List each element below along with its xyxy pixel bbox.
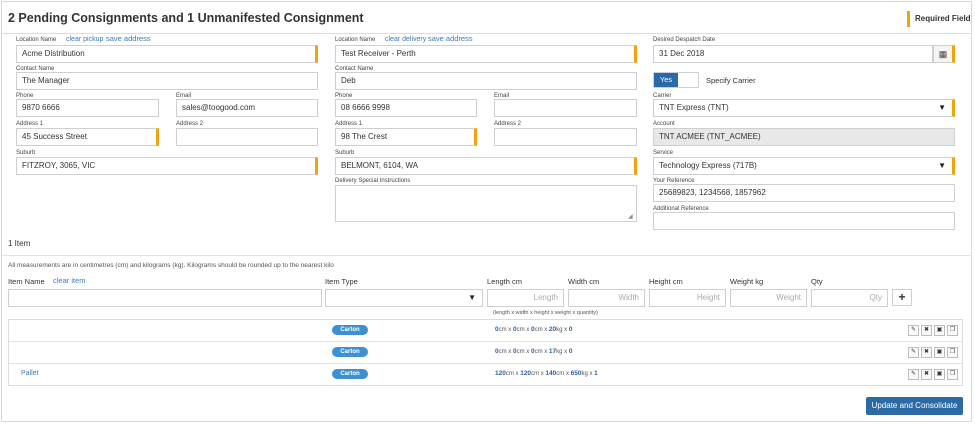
delete-icon[interactable]: ✖ xyxy=(921,369,932,380)
weight-label: Weight kg xyxy=(730,277,764,286)
delivery-instructions-label: Delivery Special Instructions xyxy=(335,178,411,184)
height-input[interactable]: Height xyxy=(649,289,726,307)
service-label: Service xyxy=(653,150,674,156)
toggle-yes: Yes xyxy=(654,73,678,87)
edit-icon[interactable]: ✎ xyxy=(908,347,919,358)
edit-icon[interactable]: ✎ xyxy=(908,369,919,380)
qty-input[interactable]: Qty xyxy=(811,289,888,307)
delivery-save-address-link[interactable]: save address xyxy=(428,35,473,43)
pickup-contact-input[interactable]: The Manager xyxy=(16,72,318,90)
calendar-icon[interactable]: ▦ xyxy=(933,45,955,63)
pickup-address2-input[interactable] xyxy=(176,128,318,146)
delivery-address1-input[interactable]: 98 The Crest xyxy=(335,128,477,146)
row-item-name[interactable]: Pallet xyxy=(21,370,39,377)
clear-pickup-link[interactable]: clear pickup xyxy=(66,36,103,44)
chevron-down-icon: ▼ xyxy=(938,161,946,170)
table-row: Carton 0cm x 0cm x 0cm x 17kg x 0 ✎ ✖ ▣ … xyxy=(9,342,962,364)
account-field: TNT ACMEE (TNT_ACMEE) xyxy=(653,128,955,146)
dimensions-formula-hint: (length x width x height x weight x quan… xyxy=(493,310,598,316)
delivery-address2-input[interactable] xyxy=(494,128,637,146)
delivery-suburb-label: Suburb xyxy=(335,150,355,156)
delivery-address1-label: Address 1 xyxy=(335,121,363,127)
specify-carrier-toggle[interactable]: Yes xyxy=(653,72,699,88)
pickup-save-address-link[interactable]: save address xyxy=(106,35,151,43)
pickup-suburb-input[interactable]: FITZROY, 3065, VIC xyxy=(16,157,318,175)
height-label: Height cm xyxy=(649,277,683,286)
additional-reference-input[interactable] xyxy=(653,212,955,230)
carrier-select[interactable]: TNT Express (TNT) ▼ xyxy=(653,99,955,117)
delivery-contact-input[interactable]: Deb xyxy=(335,72,637,90)
pickup-address1-input[interactable]: 45 Success Street xyxy=(16,128,159,146)
measurement-note: All measurements are in centimetres (cm)… xyxy=(8,262,334,269)
service-value: Technology Express (717B) xyxy=(659,161,757,170)
copy-icon[interactable]: ❐ xyxy=(947,369,958,380)
length-input[interactable]: Length xyxy=(487,289,564,307)
delivery-address2-label: Address 2 xyxy=(494,121,522,127)
despatch-date-input[interactable]: 31 Dec 2018 xyxy=(653,45,933,63)
delete-icon[interactable]: ✖ xyxy=(921,347,932,358)
item-type-select[interactable]: ▼ xyxy=(325,289,483,307)
despatch-date-label: Desired Despatch Date xyxy=(653,37,716,43)
clear-delivery-link[interactable]: clear delivery xyxy=(385,36,426,44)
item-count: 1 Item xyxy=(8,239,31,248)
pickup-location-label: Location Name xyxy=(16,37,57,43)
qty-label: Qty xyxy=(811,277,823,286)
width-input[interactable]: Width xyxy=(568,289,645,307)
item-type-badge: Carton xyxy=(332,369,368,379)
copy-icon[interactable]: ❐ xyxy=(947,347,958,358)
table-row: Carton 0cm x 0cm x 0cm x 20kg x 0 ✎ ✖ ▣ … xyxy=(9,320,962,342)
delivery-phone-input[interactable]: 08 6666 9998 xyxy=(335,99,477,117)
your-reference-input[interactable]: 25689823, 1234568, 1857962 xyxy=(653,184,955,202)
items-divider xyxy=(1,255,972,256)
add-item-button[interactable]: + xyxy=(892,289,912,306)
chevron-down-icon: ▼ xyxy=(468,293,476,302)
carrier-value: TNT Express (TNT) xyxy=(659,103,729,112)
row-dimensions: 120cm x 120cm x 140cm x 650kg x 1 xyxy=(495,370,598,377)
save-icon[interactable]: ▣ xyxy=(934,325,945,336)
delete-icon[interactable]: ✖ xyxy=(921,325,932,336)
delivery-instructions-textarea[interactable] xyxy=(335,185,637,222)
update-and-consolidate-button[interactable]: Update and Consolidate xyxy=(866,397,963,415)
page-title: 2 Pending Consignments and 1 Unmanifeste… xyxy=(8,11,364,25)
items-table: Carton 0cm x 0cm x 0cm x 20kg x 0 ✎ ✖ ▣ … xyxy=(8,319,963,386)
weight-input[interactable]: Weight xyxy=(730,289,807,307)
delivery-email-input[interactable] xyxy=(494,99,637,117)
item-name-input[interactable] xyxy=(8,289,322,307)
clear-item-link[interactable]: clear item xyxy=(53,277,86,285)
save-icon[interactable]: ▣ xyxy=(934,369,945,380)
item-type-label: Item Type xyxy=(325,277,358,286)
pickup-address2-label: Address 2 xyxy=(176,121,204,127)
pickup-suburb-label: Suburb xyxy=(16,150,36,156)
row-dimensions: 0cm x 0cm x 0cm x 17kg x 0 xyxy=(495,348,573,355)
pickup-location-input[interactable]: Acme Distribution xyxy=(16,45,318,63)
row-dimensions: 0cm x 0cm x 0cm x 20kg x 0 xyxy=(495,326,573,333)
pickup-address1-label: Address 1 xyxy=(16,121,44,127)
edit-icon[interactable]: ✎ xyxy=(908,325,919,336)
account-label: Account xyxy=(653,121,675,127)
textarea-resize-handle[interactable]: ◢ xyxy=(628,213,633,220)
copy-icon[interactable]: ❐ xyxy=(947,325,958,336)
pickup-email-input[interactable]: sales@toogood.com xyxy=(176,99,318,117)
delivery-suburb-input[interactable]: BELMONT, 6104, WA xyxy=(335,157,637,175)
specify-carrier-label: Specify Carrier xyxy=(706,76,756,85)
item-type-badge: Carton xyxy=(332,347,368,357)
pickup-phone-input[interactable]: 9870 6666 xyxy=(16,99,159,117)
service-select[interactable]: Technology Express (717B) ▼ xyxy=(653,157,955,175)
item-name-label: Item Name xyxy=(8,277,45,286)
chevron-down-icon: ▼ xyxy=(938,103,946,112)
required-field-legend: Required Field xyxy=(907,11,971,27)
length-label: Length cm xyxy=(487,277,523,286)
width-label: Width cm xyxy=(568,277,600,286)
item-type-badge: Carton xyxy=(332,325,368,335)
save-icon[interactable]: ▣ xyxy=(934,347,945,358)
delivery-location-label: Location Name xyxy=(335,37,376,43)
delivery-location-input[interactable]: Test Receiver - Perth xyxy=(335,45,637,63)
table-row: Pallet Carton 120cm x 120cm x 140cm x 65… xyxy=(9,364,962,386)
